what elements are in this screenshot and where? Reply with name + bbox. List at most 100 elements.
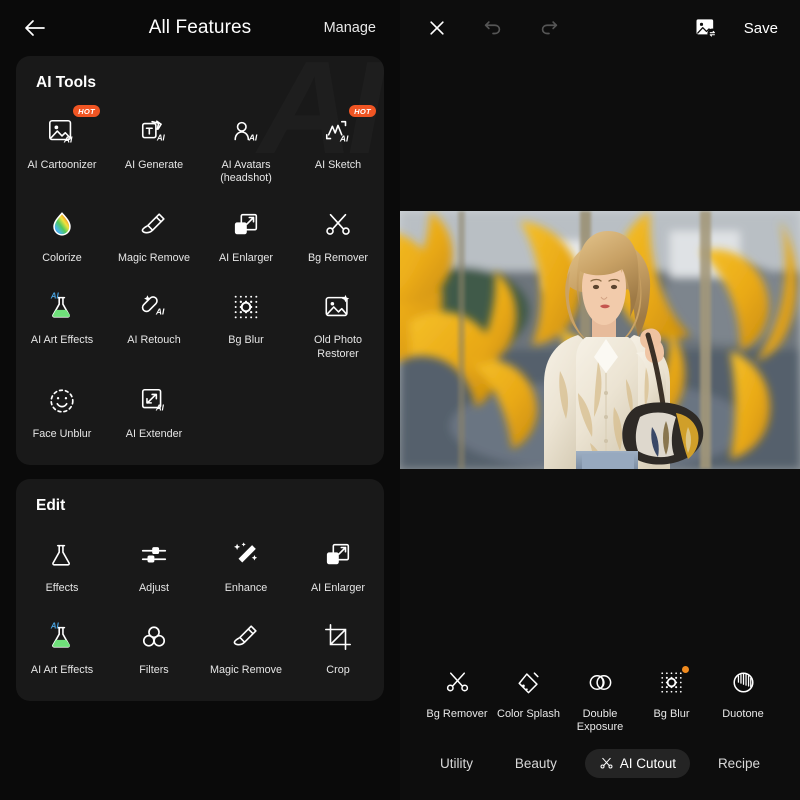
tile-icon-container: [226, 289, 266, 325]
ai-tools-grid: AI HOT AI Cartoonizer AI AI Generate AI …: [16, 100, 384, 451]
tool-icon-container: [440, 667, 474, 699]
tab-label: AI Cutout: [619, 756, 677, 771]
tile-colorize[interactable]: Colorize: [16, 193, 108, 275]
tile-icon-container: [226, 537, 266, 573]
svg-text:AI: AI: [156, 133, 166, 142]
manage-button[interactable]: Manage: [322, 16, 378, 40]
eraser-pencil-icon: [233, 625, 257, 646]
svg-text:AI: AI: [50, 292, 60, 301]
tile-icon-container: [226, 619, 266, 655]
magic-wand-icon: [234, 542, 258, 563]
tile-ai-cartoonizer[interactable]: AI HOT AI Cartoonizer: [16, 100, 108, 193]
tile-adjust[interactable]: Adjust: [108, 523, 200, 605]
venn-circles-icon: [589, 674, 611, 691]
person-ai-icon: AI: [234, 121, 258, 142]
undo-icon: [484, 21, 501, 35]
tile-icon-container: AI HOT: [318, 105, 376, 150]
retouch-ai-icon: AI: [141, 295, 165, 317]
tab-label: Beauty: [514, 756, 557, 771]
scissors-icon: [599, 756, 614, 771]
tile-label: Magic Remove: [117, 252, 190, 265]
tile-magic-remove[interactable]: Magic Remove: [108, 193, 200, 275]
section-title-edit: Edit: [36, 496, 66, 514]
tile-ai-avatars[interactable]: AI AI Avatars (headshot): [200, 100, 292, 193]
tab-ai-cutout[interactable]: AI Cutout: [584, 749, 691, 778]
tile-face-unblur[interactable]: Face Unblur: [16, 369, 108, 451]
replace-image-button[interactable]: [690, 11, 724, 45]
svg-text:AI: AI: [248, 132, 258, 142]
tile-icon-container: [318, 207, 358, 243]
tile-icon-container: AI: [134, 383, 174, 419]
tab-utility[interactable]: Utility: [426, 749, 487, 778]
dashed-smiley-icon: [50, 389, 74, 413]
tool-bg-blur[interactable]: Bg Blur: [637, 665, 707, 722]
hot-badge: HOT: [73, 105, 100, 118]
app-root: All Features Manage AI AI Tools AI: [0, 0, 800, 800]
tool-bg-remover[interactable]: Bg Remover: [422, 667, 492, 722]
tile-label: AI Enlarger: [310, 581, 365, 594]
image-swap-icon: [696, 18, 718, 38]
tile-effects[interactable]: Effects: [16, 523, 108, 605]
cutout-tools: Bg Remover Color Splash Double Exposure …: [400, 665, 800, 736]
tool-icon-container: [726, 667, 760, 699]
tile-label: AI Generate: [124, 159, 184, 171]
tile-old-photo-restorer[interactable]: Old Photo Restorer: [292, 275, 384, 368]
tool-double-exposure[interactable]: Double Exposure: [565, 667, 635, 736]
extend-ai-icon: AI: [141, 388, 165, 412]
three-circles-icon: [142, 626, 166, 647]
tool-color-splash[interactable]: Color Splash: [494, 667, 564, 722]
tool-icon-container: [512, 667, 546, 699]
editor-tabbar: Utility Beauty AI Cutout Recipe: [400, 749, 800, 800]
edit-card: Edit Effects Adjust Enhance AI Enlarger …: [16, 478, 384, 701]
tile-bg-blur[interactable]: Bg Blur: [200, 275, 292, 368]
tile-bg-remover[interactable]: Bg Remover: [292, 193, 384, 275]
features-header: All Features Manage: [0, 0, 400, 56]
tile-icon-container: [318, 289, 358, 325]
tile-icon-container: AI: [42, 619, 82, 655]
hot-badge: HOT: [349, 105, 376, 118]
tile-label: AI Sketch: [314, 159, 362, 171]
crop-icon: [325, 623, 351, 650]
tab-beauty[interactable]: Beauty: [501, 749, 571, 778]
tile-magic-remove-edit[interactable]: Magic Remove: [200, 605, 292, 687]
redo-icon: [541, 21, 558, 35]
tile-icon-container: AI: [134, 114, 174, 150]
tool-duotone[interactable]: Duotone: [708, 667, 778, 722]
tile-filters[interactable]: Filters: [108, 605, 200, 687]
tile-ai-art-effects[interactable]: AI AI Art Effects: [16, 275, 108, 368]
undo-button[interactable]: [476, 11, 510, 45]
tool-label: Bg Blur: [653, 707, 690, 720]
tile-ai-art-effects-edit[interactable]: AI AI Art Effects: [16, 605, 108, 687]
tile-ai-retouch[interactable]: AI AI Retouch: [108, 275, 200, 368]
tile-ai-enlarger-edit[interactable]: AI Enlarger: [292, 523, 384, 605]
tile-label: Crop: [326, 663, 350, 676]
tab-label: Recipe: [717, 756, 760, 771]
tile-label: AI Art Effects: [30, 334, 94, 347]
arrow-left-icon: [25, 20, 45, 36]
features-panel: All Features Manage AI AI Tools AI: [0, 0, 400, 800]
tile-ai-extender[interactable]: AI AI Extender: [108, 369, 200, 451]
save-button[interactable]: Save: [742, 16, 780, 41]
tile-enhance[interactable]: Enhance: [200, 523, 292, 605]
tile-icon-container: AI: [42, 289, 82, 325]
tile-ai-generate[interactable]: AI AI Generate: [108, 100, 200, 193]
tool-icon-container: [655, 665, 689, 699]
canvas-area: [400, 56, 800, 667]
back-button[interactable]: [22, 15, 48, 41]
tile-crop[interactable]: Crop: [292, 605, 384, 687]
tile-label: Face Unblur: [32, 427, 92, 440]
editor-header: Save: [400, 0, 800, 56]
redo-button[interactable]: [532, 11, 566, 45]
tile-icon-container: AI: [226, 114, 266, 150]
tile-ai-sketch[interactable]: AI HOT AI Sketch: [292, 100, 384, 193]
tile-icon-container: [42, 383, 82, 419]
tile-icon-container: AI: [134, 289, 174, 325]
edited-photo[interactable]: [400, 211, 800, 470]
tab-recipe[interactable]: Recipe: [704, 749, 774, 778]
tile-label: Colorize: [42, 252, 82, 265]
photo-image: [400, 211, 800, 470]
tile-ai-enlarger[interactable]: AI Enlarger: [200, 193, 292, 275]
section-title-ai-tools: AI Tools: [36, 74, 96, 91]
sliders-icon: [141, 546, 167, 563]
close-button[interactable]: [420, 11, 454, 45]
